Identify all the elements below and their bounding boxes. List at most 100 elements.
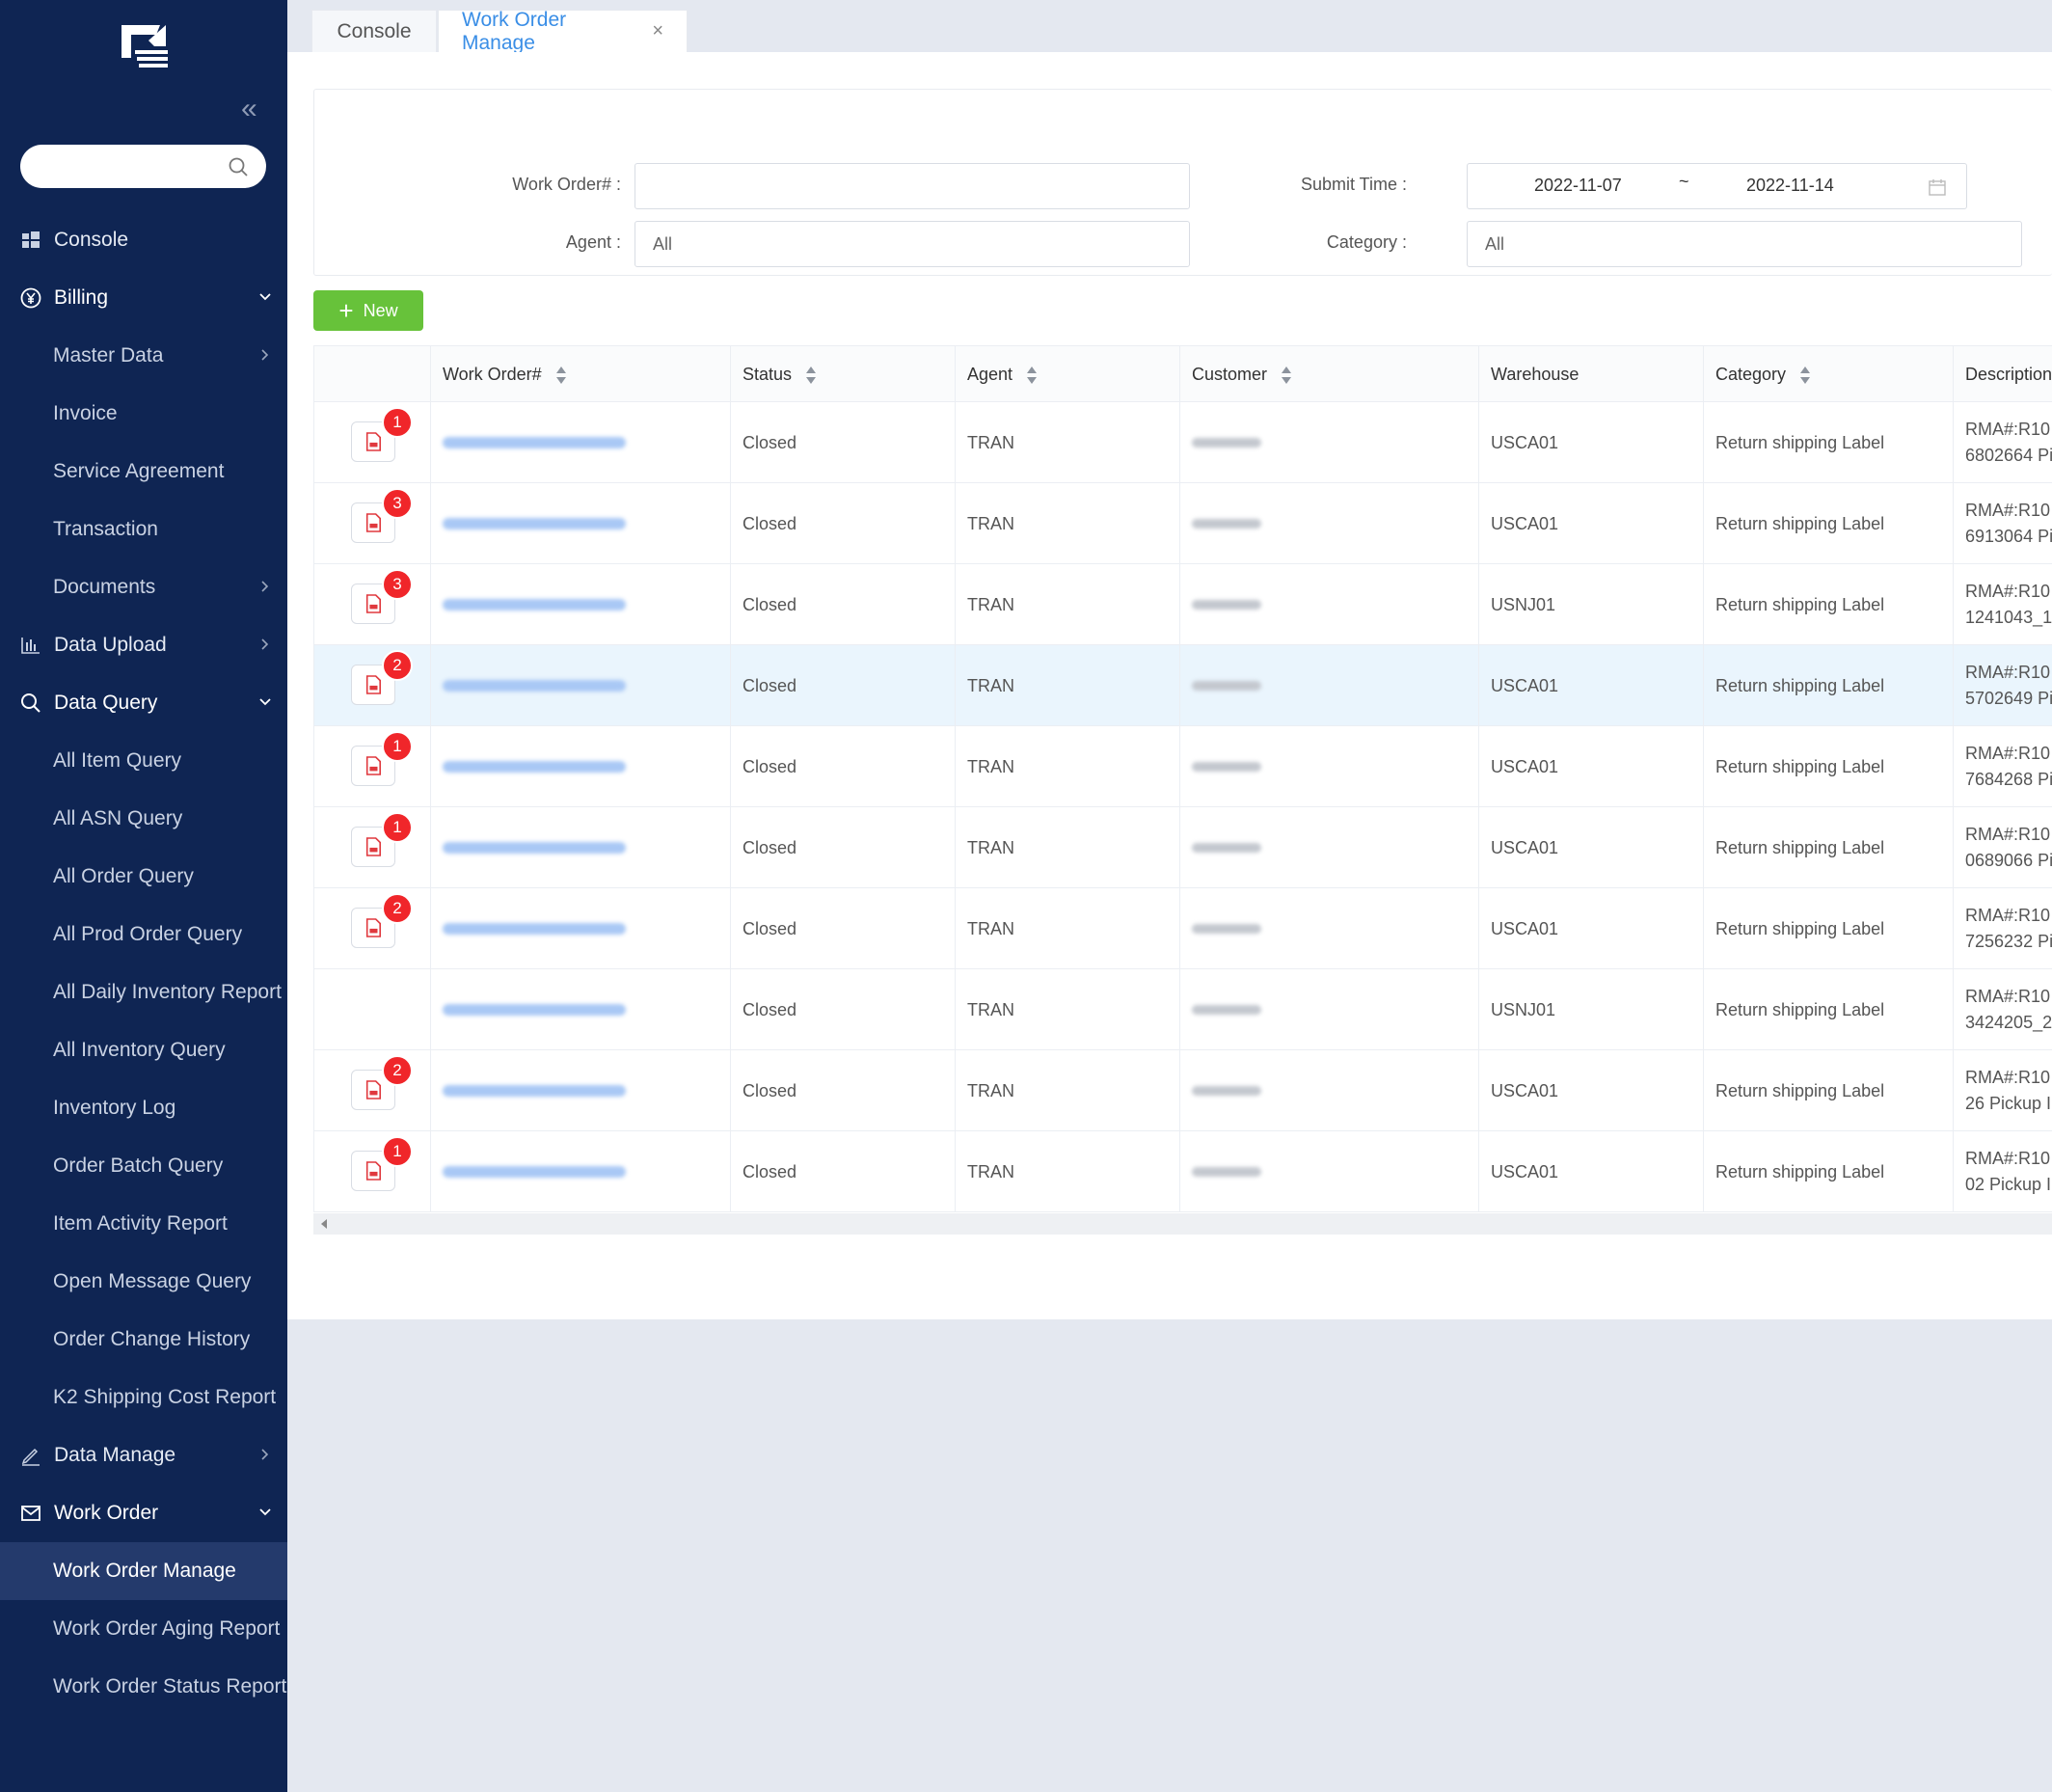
description-cell: RMA#:R10 5702649 Pi	[1954, 645, 2052, 726]
tab-work-order-manage-label: Work Order Manage	[462, 8, 567, 54]
work-order-link[interactable]	[443, 518, 626, 529]
description-line-1: RMA#:R10	[1965, 906, 2051, 925]
tab-bar: Console Work Order Manage ×	[287, 0, 2052, 54]
sort-icon[interactable]	[1026, 366, 1038, 385]
scroll-left-icon[interactable]	[321, 1219, 327, 1229]
work-order-input[interactable]	[634, 163, 1190, 209]
table-header: Work Order# Status Agent Customer Wareho…	[313, 345, 2052, 403]
sidebar-menu: Console Billing Master Data Invoice Service …	[0, 211, 287, 1716]
table-row[interactable]: 1 Closed TRAN USCA01 Return shipping Label RM…	[313, 402, 2052, 483]
sidebar-item-all-daily-inventory-report[interactable]: All Daily Inventory Report	[0, 964, 287, 1021]
customer-cell	[1180, 726, 1479, 807]
sidebar-item-order-change-history[interactable]: Order Change History	[0, 1311, 287, 1369]
sort-icon[interactable]	[1281, 366, 1292, 385]
agent-select[interactable]: All	[634, 221, 1190, 267]
sidebar-item-all-item-query[interactable]: All Item Query	[0, 732, 287, 790]
sidebar-item-all-asn-query[interactable]: All ASN Query	[0, 790, 287, 848]
table-row[interactable]: 2 Closed TRAN USCA01 Return shipping Label RM…	[313, 888, 2052, 969]
sidebar-item-inventory-log[interactable]: Inventory Log	[0, 1079, 287, 1137]
work-order-link[interactable]	[443, 1166, 626, 1178]
menu-search-input[interactable]	[20, 145, 266, 188]
status-cell: Closed	[731, 807, 956, 888]
attachment-count-badge: 1	[382, 1136, 413, 1167]
work-order-cell	[431, 564, 731, 645]
work-order-link[interactable]	[443, 680, 626, 692]
sidebar-item-k2-shipping-cost-report[interactable]: K2 Shipping Cost Report	[0, 1369, 287, 1426]
sidebar-item-data-query[interactable]: Data Query	[0, 674, 287, 732]
work-order-link[interactable]	[443, 599, 626, 611]
sort-icon[interactable]	[1799, 366, 1811, 385]
sidebar-item-label: All Daily Inventory Report	[53, 981, 282, 1003]
new-button[interactable]: + New	[313, 290, 423, 331]
sidebar-item-documents[interactable]: Documents	[0, 558, 287, 616]
category-select[interactable]: All	[1467, 221, 2022, 267]
description-cell: RMA#:R10 6802664 Pi	[1954, 402, 2052, 483]
yen-icon	[19, 286, 42, 310]
agent-cell: TRAN	[956, 1050, 1180, 1131]
sidebar-item-order-batch-query[interactable]: Order Batch Query	[0, 1137, 287, 1195]
col-customer[interactable]: Customer	[1180, 346, 1479, 403]
work-order-link[interactable]	[443, 437, 626, 448]
warehouse-cell: USCA01	[1479, 645, 1704, 726]
work-order-link[interactable]	[443, 923, 626, 935]
work-order-link[interactable]	[443, 842, 626, 854]
collapse-sidebar-icon[interactable]: «	[241, 95, 257, 123]
sidebar-item-transaction[interactable]: Transaction	[0, 501, 287, 558]
chevron-down-icon	[256, 693, 274, 711]
work-order-cell	[431, 402, 731, 483]
sidebar-item-work-order-status-report[interactable]: Work Order Status Report	[0, 1658, 287, 1716]
table-row[interactable]: 2 Closed TRAN USCA01 Return shipping Label RM…	[313, 1050, 2052, 1131]
sort-icon[interactable]	[805, 366, 817, 385]
sidebar-item-item-activity-report[interactable]: Item Activity Report	[0, 1195, 287, 1253]
sort-icon[interactable]	[555, 366, 567, 385]
sidebar-item-label: Invoice	[53, 402, 118, 424]
col-status[interactable]: Status	[731, 346, 956, 403]
chevron-right-icon	[256, 1446, 274, 1463]
sidebar-item-billing[interactable]: Billing	[0, 269, 287, 327]
work-order-link[interactable]	[443, 1004, 626, 1016]
sidebar-item-master-data[interactable]: Master Data	[0, 327, 287, 385]
sidebar-item-work-order-manage[interactable]: Work Order Manage	[0, 1542, 287, 1600]
date-separator: ~	[1679, 172, 1689, 191]
sidebar-item-work-order[interactable]: Work Order	[0, 1484, 287, 1542]
table-row[interactable]: 1 Closed TRAN USCA01 Return shipping Label RM…	[313, 807, 2052, 888]
sidebar-item-data-upload[interactable]: Data Upload	[0, 616, 287, 674]
status-cell: Closed	[731, 483, 956, 564]
date-end[interactable]: 2022-11-14	[1746, 176, 1834, 196]
submit-time-range-picker[interactable]: 2022-11-07 ~ 2022-11-14	[1467, 163, 1967, 209]
customer-name-redacted	[1192, 843, 1261, 853]
sidebar-item-all-inventory-query[interactable]: All Inventory Query	[0, 1021, 287, 1079]
sidebar-item-all-prod-order-query[interactable]: All Prod Order Query	[0, 906, 287, 964]
close-icon[interactable]: ×	[652, 20, 663, 42]
col-agent[interactable]: Agent	[956, 346, 1180, 403]
col-category[interactable]: Category	[1704, 346, 1954, 403]
tab-work-order-manage[interactable]: Work Order Manage ×	[438, 8, 688, 54]
warehouse-cell: USCA01	[1479, 726, 1704, 807]
agent-cell: TRAN	[956, 726, 1180, 807]
date-start[interactable]: 2022-11-07	[1534, 176, 1622, 196]
chevron-right-icon	[256, 578, 274, 595]
horizontal-scrollbar[interactable]	[313, 1213, 2052, 1235]
table-row[interactable]: 3 Closed TRAN USNJ01 Return shipping Label RM…	[313, 564, 2052, 645]
sidebar-item-all-order-query[interactable]: All Order Query	[0, 848, 287, 906]
customer-name-redacted	[1192, 1086, 1261, 1096]
col-work-order[interactable]: Work Order#	[431, 346, 731, 403]
tab-console[interactable]: Console	[311, 10, 437, 52]
work-order-link[interactable]	[443, 761, 626, 773]
sidebar-item-console[interactable]: Console	[0, 211, 287, 269]
sidebar-item-open-message-query[interactable]: Open Message Query	[0, 1253, 287, 1311]
sidebar-item-invoice[interactable]: Invoice	[0, 385, 287, 443]
calendar-icon	[1929, 179, 1946, 196]
table-row[interactable]: 1 Closed TRAN USCA01 Return shipping Label RM…	[313, 1131, 2052, 1212]
sidebar-item-work-order-aging-report[interactable]: Work Order Aging Report	[0, 1600, 287, 1658]
description-line-1: RMA#:R10	[1965, 744, 2051, 763]
table-row[interactable]: 1 Closed TRAN USCA01 Return shipping Label RM…	[313, 726, 2052, 807]
work-order-link[interactable]	[443, 1085, 626, 1097]
work-order-cell	[431, 483, 731, 564]
table-row[interactable]: Closed TRAN USNJ01 Return shipping Label RMA…	[313, 969, 2052, 1050]
table-row[interactable]: 3 Closed TRAN USCA01 Return shipping Label RM…	[313, 483, 2052, 564]
sidebar-item-service-agreement[interactable]: Service Agreement	[0, 443, 287, 501]
status-cell: Closed	[731, 1050, 956, 1131]
table-row[interactable]: 2 Closed TRAN USCA01 Return shipping Label RM…	[313, 645, 2052, 726]
sidebar-item-data-manage[interactable]: Data Manage	[0, 1426, 287, 1484]
